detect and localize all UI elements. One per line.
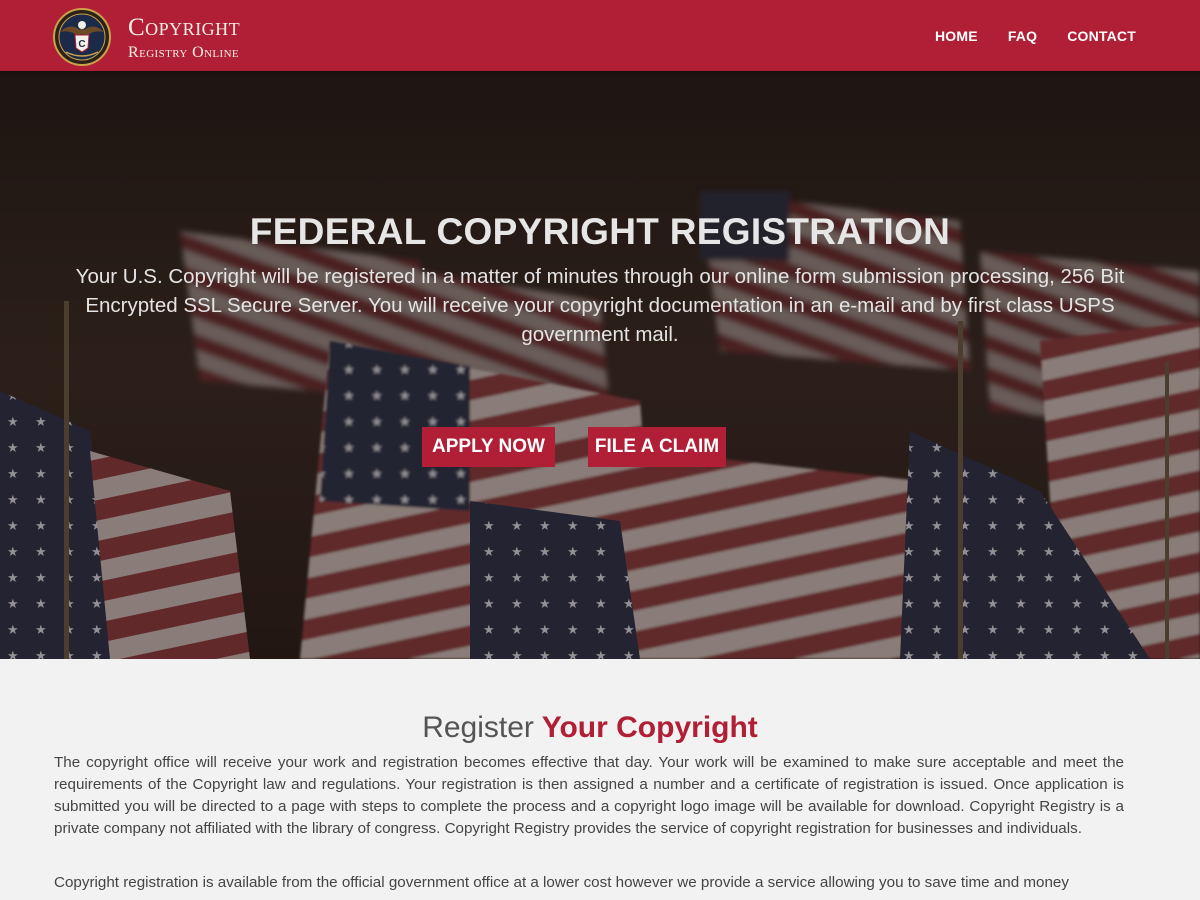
hero-actions: APPLY NOW FILE A CLAIM — [0, 427, 1200, 467]
nav-faq-link[interactable]: FAQ — [1008, 28, 1037, 44]
file-a-claim-button[interactable]: FILE A CLAIM — [588, 427, 726, 467]
main-nav: HOME FAQ CONTACT — [905, 0, 1136, 71]
eagle-seal-icon: C — [53, 8, 111, 66]
register-section: Register Your Copyright The copyright of… — [0, 659, 1200, 900]
brand-name: Copyright Registry Online — [128, 13, 240, 61]
section-title: Register Your Copyright — [0, 711, 1180, 745]
brand-name-line1: Copyright — [128, 14, 241, 41]
hero-description: Your U.S. Copyright will be registered i… — [75, 265, 1125, 346]
nav-contact-link[interactable]: CONTACT — [1067, 28, 1136, 44]
nav-home-link[interactable]: HOME — [935, 28, 978, 44]
brand-name-line2: Registry Online — [128, 44, 240, 61]
section-paragraph-1: The copyright office will receive your w… — [54, 754, 1124, 837]
brand-logo-link[interactable]: C Copyright Registry Online — [52, 8, 240, 66]
site-header: C Copyright Registry Online HOME FAQ CON… — [0, 0, 1200, 71]
section-title-bold: Your Copyright — [541, 711, 758, 744]
hero-title: FEDERAL COPYRIGHT REGISTRATION — [249, 211, 951, 252]
hero-dark-overlay — [0, 71, 1200, 659]
apply-now-button[interactable]: APPLY NOW — [422, 427, 555, 467]
section-paragraph-2: Copyright registration is available from… — [54, 874, 1069, 891]
section-title-light: Register — [422, 711, 534, 744]
svg-text:C: C — [78, 39, 85, 50]
hero-banner: ★ FEDERAL COPYRIGHT RE — [0, 71, 1200, 659]
